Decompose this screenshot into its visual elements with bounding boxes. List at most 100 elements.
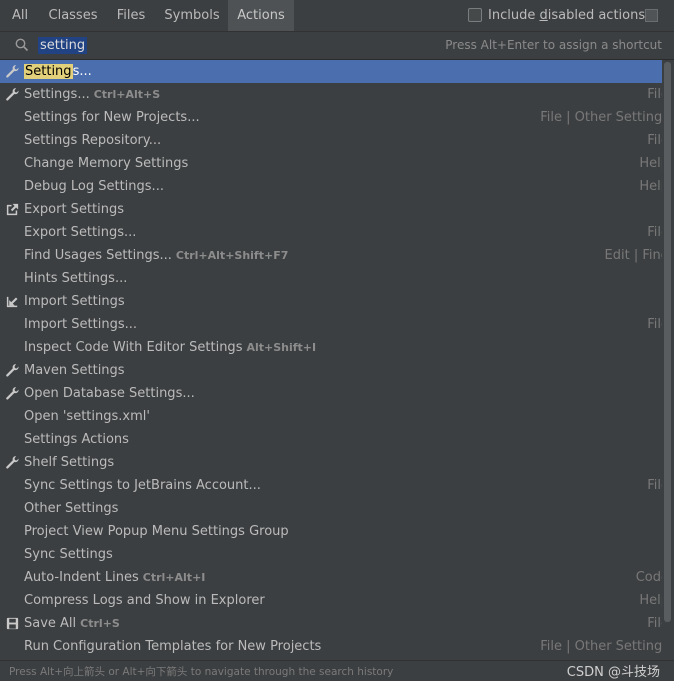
result-row[interactable]: Project View Popup Menu Settings Group bbox=[0, 520, 662, 543]
result-label-text: Compress Logs and Show in Explorer bbox=[24, 593, 265, 608]
tab-all[interactable]: All bbox=[0, 0, 40, 31]
result-label: Run Configuration Templates for New Proj… bbox=[24, 635, 321, 658]
wrench-icon bbox=[6, 65, 19, 78]
result-row[interactable]: Export Settings bbox=[0, 198, 662, 221]
result-row[interactable]: Settings Repository... File bbox=[0, 129, 662, 152]
result-row[interactable]: Shelf Settings bbox=[0, 451, 662, 474]
result-row[interactable]: Auto-Indent LinesCtrl+Alt+I Code bbox=[0, 566, 662, 589]
result-label-text: Auto-Indent Lines bbox=[24, 570, 139, 585]
result-label-text: Other Settings bbox=[24, 501, 119, 516]
result-shortcut: Ctrl+Alt+S bbox=[93, 88, 161, 101]
result-row[interactable]: Change Memory Settings Help bbox=[0, 152, 662, 175]
result-row[interactable]: Other Settings bbox=[0, 497, 662, 520]
result-shortcut: Ctrl+Alt+I bbox=[142, 571, 206, 584]
result-label: Settings Actions bbox=[24, 428, 129, 451]
result-row[interactable]: Settings for New Projects... File | Other… bbox=[0, 106, 662, 129]
result-row[interactable]: Maven Settings bbox=[0, 359, 662, 382]
result-label: Inspect Code With Editor Settings Alt+Shi… bbox=[24, 336, 316, 359]
result-label-text: Settings Repository... bbox=[24, 133, 162, 148]
wrench-icon bbox=[6, 88, 19, 101]
result-group: File bbox=[647, 616, 662, 631]
result-row[interactable]: Compress Logs and Show in Explorer Help bbox=[0, 589, 662, 612]
result-row[interactable]: Settings...Ctrl+Alt+S File bbox=[0, 83, 662, 106]
result-row[interactable]: Sync Settings to JetBrains Account... Fil… bbox=[0, 474, 662, 497]
footer-hint: Press Alt+向上箭头 or Alt+向下箭头 to navigate t… bbox=[9, 666, 394, 678]
result-label: Open 'settings.xml' bbox=[24, 405, 150, 428]
result-row[interactable]: Import Settings... File bbox=[0, 313, 662, 336]
result-label-text: Export Settings... bbox=[24, 225, 137, 240]
tab-files[interactable]: Files bbox=[106, 0, 156, 31]
result-shortcut: Ctrl+Alt+Shift+F7 bbox=[175, 249, 289, 262]
export-icon bbox=[6, 203, 19, 216]
tab-classes[interactable]: Classes bbox=[40, 0, 106, 31]
tab-bar: All Classes Files Symbols Actions Includ… bbox=[0, 0, 674, 32]
result-label-text: Import Settings bbox=[24, 294, 125, 309]
results-scrollbar[interactable] bbox=[662, 60, 674, 660]
search-icon bbox=[15, 38, 29, 52]
result-row[interactable]: Debug Log Settings... Help bbox=[0, 175, 662, 198]
result-label: Sync Settings bbox=[24, 543, 113, 566]
include-disabled-label[interactable]: Include disabled actions bbox=[488, 0, 645, 31]
wrench-icon bbox=[6, 364, 19, 377]
result-label: Sync Settings to JetBrains Account... bbox=[24, 474, 261, 497]
result-label: Auto-Indent Lines Ctrl+Alt+I bbox=[24, 566, 205, 589]
search-bar: setting Press Alt+Enter to assign a shor… bbox=[0, 32, 674, 60]
import-icon bbox=[6, 296, 18, 308]
result-row[interactable]: Open Database Settings... bbox=[0, 382, 662, 405]
result-label-text: Find Usages Settings... bbox=[24, 248, 172, 263]
result-label: Change Memory Settings bbox=[24, 152, 188, 175]
result-row[interactable]: Hints Settings... bbox=[0, 267, 662, 290]
search-input[interactable]: setting bbox=[38, 37, 88, 54]
result-label: Settings... bbox=[24, 60, 92, 83]
result-label: Open Database Settings... bbox=[24, 382, 195, 405]
result-group: File bbox=[647, 225, 662, 240]
result-shortcut: Ctrl+S bbox=[80, 617, 120, 630]
scrollbar-thumb[interactable] bbox=[664, 62, 671, 622]
result-row[interactable]: Open 'settings.xml' bbox=[0, 405, 662, 428]
include-disabled-label-post: isabled actions bbox=[547, 8, 646, 23]
result-label-text: Change Memory Settings bbox=[24, 156, 189, 171]
footer: Press Alt+向上箭头 or Alt+向下箭头 to navigate t… bbox=[0, 660, 674, 681]
tab-actions[interactable]: Actions bbox=[228, 0, 294, 31]
result-group: Code bbox=[635, 570, 662, 585]
results-list: Settings...Settings...Ctrl+Alt+SFileSett… bbox=[0, 60, 662, 660]
result-label: Export Settings... bbox=[24, 221, 136, 244]
result-label-text: Open 'settings.xml' bbox=[24, 409, 150, 424]
result-row[interactable]: Import Settings bbox=[0, 290, 662, 313]
include-disabled-checkbox[interactable] bbox=[468, 8, 482, 22]
result-label-text: Sync Settings bbox=[24, 547, 113, 562]
save-icon bbox=[6, 617, 19, 630]
result-row[interactable]: Settings Actions bbox=[0, 428, 662, 451]
result-label: Import Settings bbox=[24, 290, 125, 313]
result-label: Debug Log Settings... bbox=[24, 175, 164, 198]
pin-window-icon[interactable] bbox=[645, 9, 658, 22]
result-row[interactable]: Export Settings... File bbox=[0, 221, 662, 244]
result-label-text: Sync Settings to JetBrains Account... bbox=[24, 478, 261, 493]
result-label-text: Maven Settings bbox=[24, 363, 125, 378]
result-label: Maven Settings bbox=[24, 359, 125, 382]
result-row[interactable]: Settings... bbox=[0, 60, 662, 83]
include-disabled-label-pre: Include bbox=[488, 8, 540, 23]
result-label-text: Import Settings... bbox=[24, 317, 137, 332]
result-label: Save All Ctrl+S bbox=[24, 612, 120, 635]
result-label: Settings for New Projects... bbox=[24, 106, 200, 129]
watermark: CSDN @斗技场 bbox=[566, 665, 660, 680]
result-group: File bbox=[647, 133, 662, 148]
result-label: Compress Logs and Show in Explorer bbox=[24, 589, 265, 612]
result-row[interactable]: Sync Settings bbox=[0, 543, 662, 566]
result-label: Find Usages Settings... Ctrl+Alt+Shift+F7 bbox=[24, 244, 288, 267]
result-label-text: Hints Settings... bbox=[24, 271, 128, 286]
result-row[interactable]: Inspect Code With Editor Settings Alt+Shi… bbox=[0, 336, 662, 359]
result-label-text: Save All bbox=[24, 616, 77, 631]
result-row[interactable]: Find Usages Settings... Ctrl+Alt+Shift+F7… bbox=[0, 244, 662, 267]
result-label-text: Inspect Code With Editor Settings bbox=[24, 340, 243, 355]
result-row[interactable]: Save AllCtrl+S File bbox=[0, 612, 662, 635]
tab-symbols[interactable]: Symbols bbox=[156, 0, 228, 31]
result-label-text: Export Settings bbox=[24, 202, 125, 217]
result-label-text: Settings... bbox=[24, 87, 90, 102]
result-row[interactable]: Run Configuration Templates for New Proj… bbox=[0, 635, 662, 658]
result-label: Other Settings bbox=[24, 497, 118, 520]
result-label-text: Debug Log Settings... bbox=[24, 179, 164, 194]
result-label-text: Settings for New Projects... bbox=[24, 110, 200, 125]
result-label: Export Settings bbox=[24, 198, 124, 221]
